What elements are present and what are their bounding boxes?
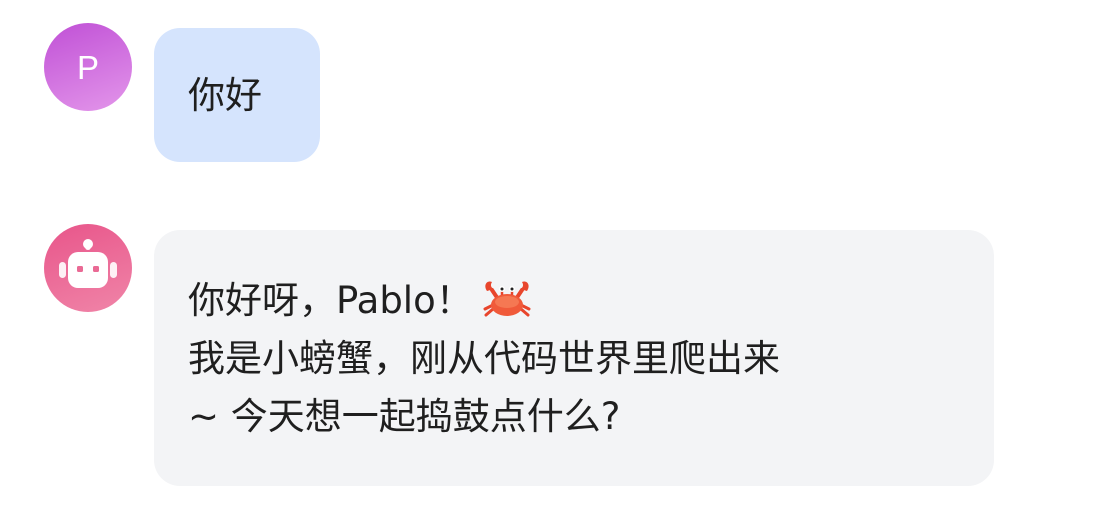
robot-icon [59, 239, 117, 288]
bot-message-line-1: 你好呀，Pablo！ [188, 272, 958, 330]
user-avatar-letter: P [76, 48, 99, 86]
user-message-bubble: 你好 [154, 28, 320, 162]
bot-greeting-text: 你好呀，Pablo！ [188, 279, 473, 322]
crab-icon [483, 281, 531, 316]
user-message-text: 你好 [188, 74, 262, 117]
bot-message-bubble: 你好呀，Pablo！ 我是小螃蟹，刚从代码世界里爬出来 ~ 今天想一起捣鼓点什么… [154, 230, 994, 486]
bot-message-line-2: 我是小螃蟹，刚从代码世界里爬出来 [188, 337, 780, 380]
bot-avatar[interactable] [44, 224, 132, 312]
bot-message-line-3: ~ 今天想一起捣鼓点什么? [188, 395, 621, 438]
user-avatar[interactable]: P [44, 23, 132, 111]
user-message-row: P 你好 [44, 23, 320, 162]
bot-message-row: 你好呀，Pablo！ 我是小螃蟹，刚从代码世界里爬出来 ~ 今天想一起捣鼓点什么… [44, 224, 994, 486]
